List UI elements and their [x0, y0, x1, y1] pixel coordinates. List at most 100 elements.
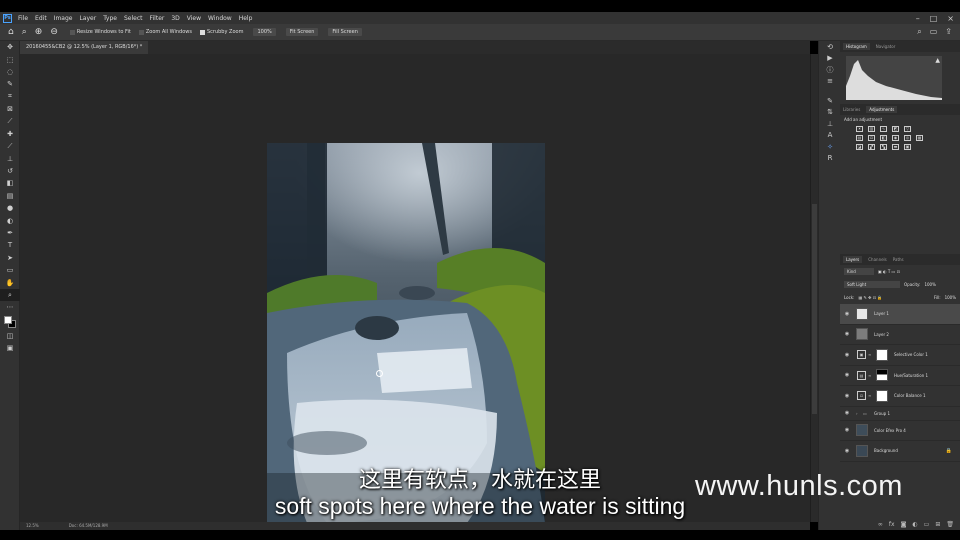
add-mask-icon[interactable]: ◙ [901, 521, 907, 528]
more-tools-icon[interactable]: ⋯ [0, 301, 20, 313]
zoom-in-icon[interactable]: ⊕ [35, 27, 43, 37]
layer-row[interactable]: ◉ ▣ ∞ Selective Color 1 [840, 345, 960, 366]
foreground-color-swatch[interactable] [4, 315, 12, 324]
delete-layer-icon[interactable]: 🗑 [946, 521, 954, 528]
menu-edit[interactable]: Edit [35, 15, 47, 22]
dodge-tool-icon[interactable]: ◐ [0, 214, 20, 226]
color-lookup-icon[interactable]: ▦ [916, 135, 923, 141]
opacity-field[interactable]: 100% [924, 282, 935, 287]
character-panel-icon[interactable]: A [819, 130, 841, 142]
menu-view[interactable]: View [187, 15, 201, 22]
eye-icon[interactable]: ◉ [842, 331, 852, 337]
channel-mixer-icon[interactable]: ◎ [904, 135, 911, 141]
canvas-area[interactable] [20, 54, 810, 523]
gradient-map-icon[interactable]: ▬ [892, 144, 899, 150]
home-icon[interactable]: ⌂ [8, 27, 14, 37]
menu-file[interactable]: File [18, 15, 28, 22]
clone-source-panel-icon[interactable]: ⊥ [819, 118, 841, 130]
scrollbar-thumb[interactable] [812, 204, 817, 414]
eye-icon[interactable]: ◉ [842, 410, 852, 416]
tab-channels[interactable]: Channels [868, 257, 887, 262]
exposure-icon[interactable]: ◩ [892, 126, 899, 132]
brush-settings-panel-icon[interactable]: ⇅ [819, 107, 841, 119]
eye-icon[interactable]: ◉ [842, 352, 852, 358]
zoom-out-icon[interactable]: ⊖ [50, 27, 58, 37]
layer-row[interactable]: ◉ ⚖ ∞ Color Balance 1 [840, 386, 960, 407]
expand-arrow-icon[interactable]: › [856, 411, 861, 416]
kind-filter-select[interactable]: Kind [844, 268, 874, 275]
layer-row[interactable]: ◉ › ▭ Group 1 [840, 407, 960, 421]
hue-saturation-icon[interactable]: ▤ [856, 135, 863, 141]
gradient-tool-icon[interactable]: ▤ [0, 190, 20, 202]
levels-icon[interactable]: ▥ [868, 126, 875, 132]
photo-filter-icon[interactable]: ◉ [892, 135, 899, 141]
quick-select-tool-icon[interactable]: ✎ [0, 78, 20, 90]
search-icon[interactable]: ⌕ [917, 27, 921, 37]
black-white-icon[interactable]: ◧ [880, 135, 887, 141]
filter-icons[interactable]: ▣ ◐ T ▭ ⊡ [878, 269, 900, 274]
plugin-panel-icon[interactable]: ✧ [819, 141, 841, 153]
invert-icon[interactable]: ◪ [856, 144, 863, 150]
path-selection-tool-icon[interactable]: ➤ [0, 252, 20, 264]
fit-screen-button[interactable]: Fit Screen [285, 28, 319, 36]
history-brush-tool-icon[interactable]: ↺ [0, 165, 20, 177]
lock-icons[interactable]: ▦ ✎ ✥ ⊡ 🔒 [858, 295, 882, 300]
menu-filter[interactable]: Filter [150, 15, 165, 22]
brightness-contrast-icon[interactable]: ☀ [856, 126, 863, 132]
menu-image[interactable]: Image [54, 15, 73, 22]
posterize-icon[interactable]: ▞ [868, 144, 875, 150]
zoom-tool-icon[interactable]: ⌕ [22, 27, 27, 37]
maximize-icon[interactable]: □ [930, 14, 938, 23]
layer-mask-thumbnail[interactable] [876, 389, 888, 402]
healing-brush-tool-icon[interactable]: ✚ [0, 128, 20, 140]
marquee-tool-icon[interactable]: ⬚ [0, 53, 20, 65]
info-panel-icon[interactable]: ⓘ [819, 64, 841, 76]
menu-type[interactable]: Type [103, 15, 117, 22]
minimize-icon[interactable]: – [916, 14, 920, 23]
scrubby-zoom-checkbox[interactable]: Scrubby Zoom [199, 29, 243, 35]
clone-stamp-tool-icon[interactable]: ⊥ [0, 153, 20, 165]
vertical-scrollbar[interactable] [810, 54, 818, 522]
zoom-tool-icon[interactable]: ⌕ [0, 288, 20, 302]
color-swatches[interactable] [0, 314, 19, 330]
zoom-all-windows-checkbox[interactable]: Zoom All Windows [138, 29, 192, 35]
link-layers-icon[interactable]: ∞ [878, 521, 883, 528]
curves-icon[interactable]: ∿ [880, 126, 887, 132]
tab-navigator[interactable]: Navigator [876, 44, 896, 49]
hand-tool-icon[interactable]: ✋ [0, 276, 20, 288]
eye-icon[interactable]: ◉ [842, 393, 852, 399]
brushes-panel-icon[interactable]: ✎ [819, 95, 841, 107]
layer-row[interactable]: ◉ Layer 2 [840, 325, 960, 345]
workspace-icon[interactable]: ▭ [930, 27, 938, 37]
blur-tool-icon[interactable]: ● [0, 202, 20, 214]
menu-select[interactable]: Select [124, 15, 143, 22]
tab-adjustments[interactable]: Adjustments [866, 106, 898, 113]
zoom-100-button[interactable]: 100% [253, 28, 276, 36]
new-adjustment-icon[interactable]: ◐ [912, 521, 917, 528]
selective-color-icon[interactable]: ▣ [904, 144, 911, 150]
actions-panel-icon[interactable]: ▶ [819, 53, 841, 65]
layer-row[interactable]: ◉ Background 🔒 [840, 441, 960, 462]
layer-row[interactable]: ◉ Layer 1 [840, 304, 960, 325]
type-tool-icon[interactable]: T [0, 239, 20, 251]
resize-windows-checkbox[interactable]: Resize Windows to Fit [69, 29, 131, 35]
crop-tool-icon[interactable]: ⌗ [0, 91, 20, 103]
tab-histogram[interactable]: Histogram [843, 43, 870, 50]
new-layer-icon[interactable]: ⊞ [935, 521, 940, 528]
warning-icon[interactable]: ▲ [935, 57, 940, 64]
brush-tool-icon[interactable]: ⟋ [0, 140, 20, 152]
fx-icon[interactable]: fx [889, 521, 895, 528]
tab-layers[interactable]: Layers [843, 256, 863, 263]
layer-mask-thumbnail[interactable] [876, 348, 888, 361]
fill-field[interactable]: 100% [945, 295, 956, 300]
properties-panel-icon[interactable]: ≡ [819, 76, 841, 88]
lasso-tool-icon[interactable]: ◌ [0, 66, 20, 78]
layer-row[interactable]: ◉ ▤ ∞ Hue/Saturation 1 [840, 366, 960, 386]
menu-help[interactable]: Help [239, 15, 253, 22]
fill-screen-button[interactable]: Fill Screen [328, 28, 362, 36]
menu-3d[interactable]: 3D [171, 15, 179, 22]
eye-icon[interactable]: ◉ [842, 448, 852, 454]
blend-mode-select[interactable]: Soft Light [844, 281, 900, 288]
rectangle-tool-icon[interactable]: ▭ [0, 264, 20, 276]
move-tool-icon[interactable]: ✥ [0, 41, 20, 53]
